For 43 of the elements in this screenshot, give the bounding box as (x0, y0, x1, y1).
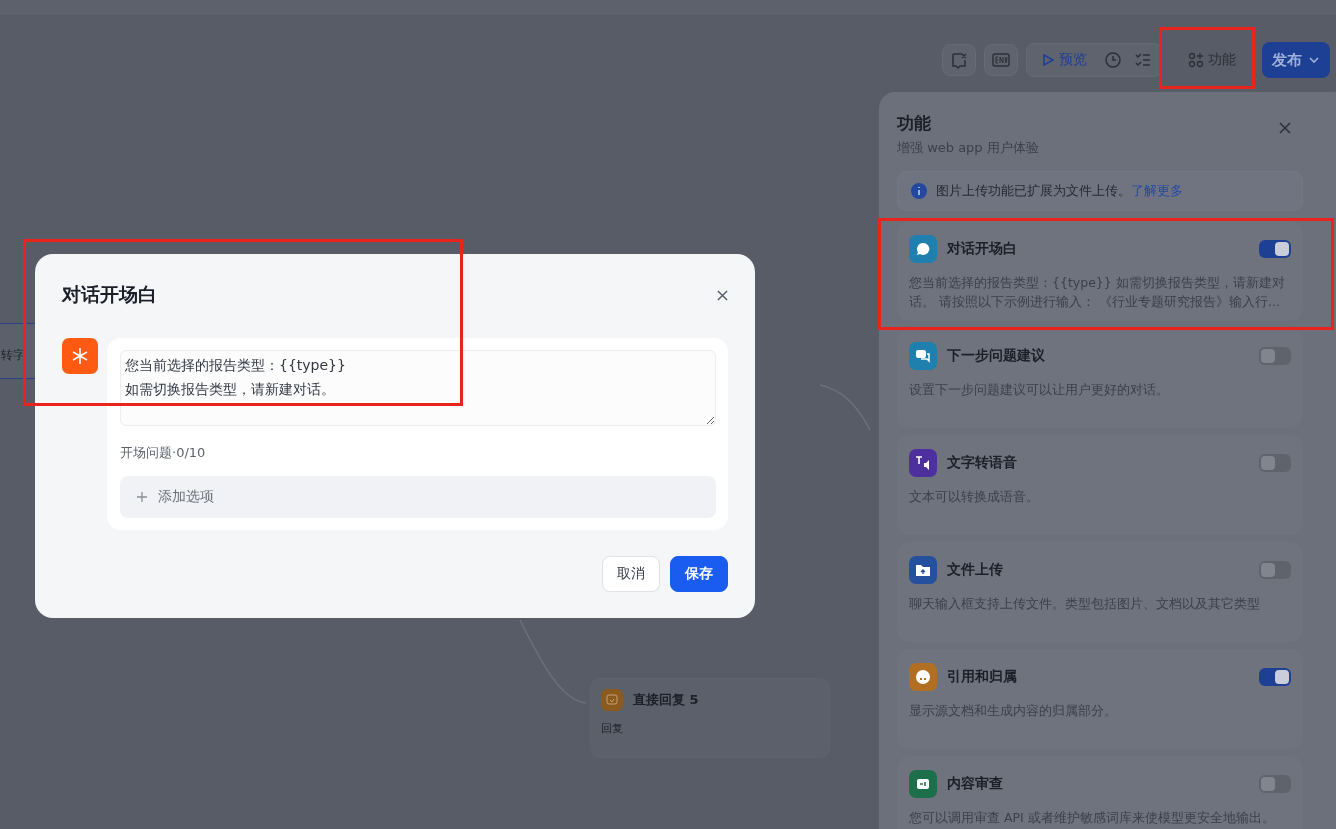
opener-text-field[interactable]: 您当前选择的报告类型：{{type}} 如需切换报告类型，请新建对话。 (120, 350, 716, 426)
notice-text: 图片上传功能已扩展为文件上传。了解更多 (936, 182, 1183, 200)
workflow-node[interactable]: 直接回复 5 回复 (590, 678, 830, 758)
info-icon (910, 182, 928, 200)
play-icon (1041, 53, 1055, 67)
feature-title: 引用和归属 (947, 668, 1018, 686)
feature-title: 内容审查 (947, 775, 1004, 793)
feature-toggle[interactable] (1259, 454, 1291, 472)
feature-toggle[interactable] (1259, 240, 1291, 258)
questions-counter: 开场问题·0/10 (120, 444, 207, 462)
feature-toggle[interactable] (1259, 775, 1291, 793)
features-icon (1188, 52, 1204, 68)
asterisk-avatar-icon (62, 338, 98, 374)
chat-bubble-icon (915, 241, 931, 257)
caret-icon (1308, 54, 1320, 66)
quote-icon (915, 669, 931, 685)
close-button[interactable] (717, 289, 728, 301)
review-icon (915, 776, 931, 792)
feature-toggle[interactable] (1259, 347, 1291, 365)
panel-title: 功能 (897, 113, 931, 133)
chat-bubbles-icon (915, 348, 931, 364)
save-button[interactable]: 保存 (670, 556, 728, 592)
cancel-button[interactable]: 取消 (602, 556, 660, 592)
feature-toggle[interactable] (1259, 668, 1291, 686)
folder-upload-icon (915, 562, 931, 578)
env-icon (991, 52, 1011, 68)
env-icon-button[interactable] (984, 44, 1018, 76)
chat-x-icon (950, 51, 968, 69)
feature-title: 文字转语音 (947, 454, 1018, 472)
variable-icon-button[interactable] (942, 44, 976, 76)
feature-title: 文件上传 (947, 561, 1004, 579)
node-label: 回复 (601, 721, 624, 736)
add-option-button[interactable]: 添加选项 (120, 476, 716, 518)
feature-title: 对话开场白 (947, 240, 1018, 258)
close-button[interactable] (1279, 122, 1291, 134)
text-speaker-icon (915, 455, 931, 471)
node-title: 直接回复 5 (633, 691, 699, 709)
feature-title: 下一步问题建议 (947, 347, 1046, 365)
publish-button[interactable]: 发布 (1262, 42, 1330, 78)
dialog-title: 对话开场白 (62, 282, 157, 307)
reply-icon (601, 689, 623, 711)
plus-icon (136, 491, 148, 503)
feature-toggle[interactable] (1259, 561, 1291, 579)
